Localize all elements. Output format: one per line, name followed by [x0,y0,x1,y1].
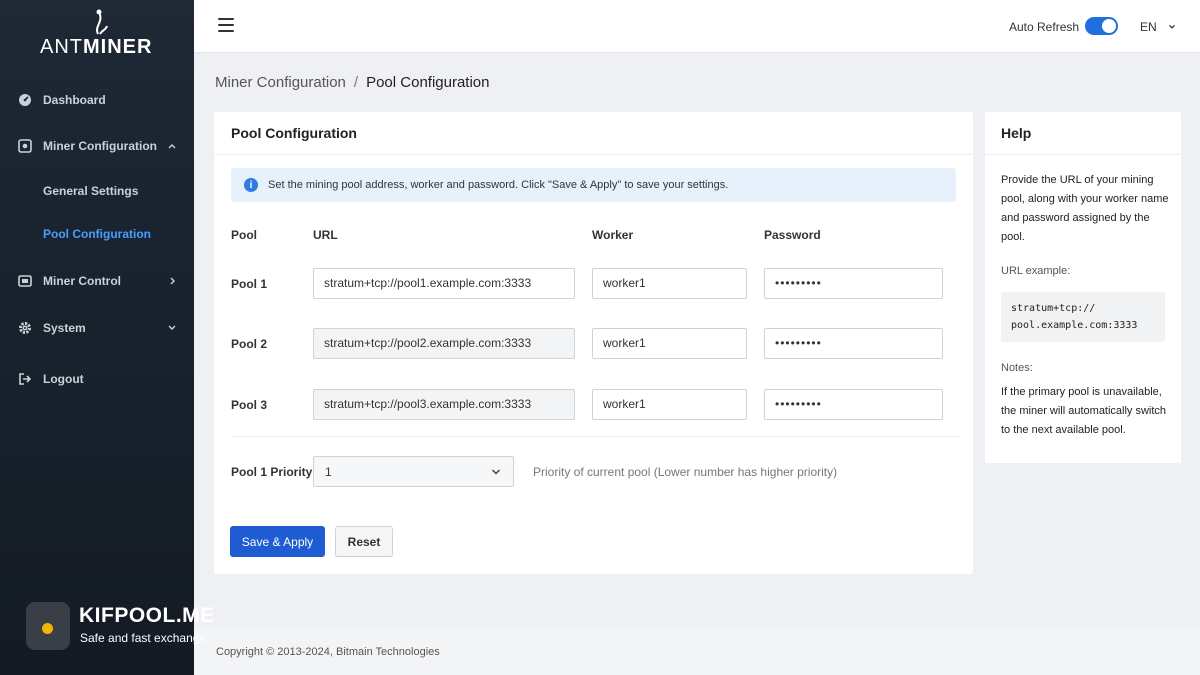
sidebar-item-miner-configuration[interactable]: Miner Configuration [0,128,194,164]
sidebar-item-label: Miner Configuration [43,139,157,153]
sidebar-item-system[interactable]: System [0,310,194,346]
pool-1-url-input[interactable]: stratum+tcp://pool1.example.com:3333 [313,268,575,299]
priority-select[interactable]: 1 [313,456,514,487]
section-divider [231,436,960,437]
footer-copyright: Copyright © 2013-2024, Bitmain Technolog… [216,646,440,658]
pool-2-url-input[interactable]: stratum+tcp://pool2.example.com:3333 [313,328,575,359]
priority-label: Pool 1 Priority [231,465,313,479]
watermark-logo-icon [26,602,70,650]
logo-text-bold: MINER [83,36,153,58]
chevron-up-icon [168,144,176,149]
config-icon [17,138,33,154]
pool-configuration-card: Pool Configuration i Set the mining pool… [214,112,973,574]
help-url-example-label: URL example: [1001,265,1071,277]
help-card: Help Provide the URL of your mining pool… [985,112,1181,463]
priority-hint: Priority of current pool (Lower number h… [533,465,838,479]
pool-2-worker-input[interactable]: worker1 [592,328,747,359]
pool-2-password-input[interactable]: ••••••••• [764,328,943,359]
pool-3-url-input[interactable]: stratum+tcp://pool3.example.com:3333 [313,389,575,420]
logo-text-regular: ANT [40,36,83,58]
card-title: Pool Configuration [231,125,357,141]
breadcrumb-separator: / [353,74,359,91]
breadcrumb-current: Pool Configuration [366,74,490,91]
chevron-right-icon [170,277,175,285]
auto-refresh-toggle[interactable] [1085,17,1118,35]
column-header-url: URL [313,228,338,242]
watermark-title: KIFPOOL.ME [79,604,215,627]
info-icon: i [244,178,258,192]
sidebar-item-general-settings[interactable]: General Settings [0,173,194,209]
logo-antenna-icon [96,9,108,35]
help-intro: Provide the URL of your mining pool, alo… [1001,174,1169,243]
help-title: Help [1001,125,1032,141]
language-selector[interactable]: EN [1140,20,1177,34]
code-line: stratum+tcp:// [1011,303,1096,314]
column-header-password: Password [764,228,821,242]
dashboard-icon [17,92,33,108]
sidebar-item-label: General Settings [43,184,139,198]
logout-icon [17,371,33,387]
pool-1-worker-input[interactable]: worker1 [592,268,747,299]
info-text: Set the mining pool address, worker and … [268,179,729,191]
sidebar: ANTMINER Dashboard Miner Configuration G… [0,0,194,675]
help-url-example-code: stratum+tcp:// pool.example.com:3333 [1001,292,1165,342]
pool-2-label: Pool 2 [231,337,268,351]
pool-3-password-input[interactable]: ••••••••• [764,389,943,420]
pool-3-label: Pool 3 [231,398,268,412]
help-notes-label: Notes: [1001,362,1033,374]
help-notes: If the primary pool is unavailable, the … [1001,386,1167,436]
info-banner: i Set the mining pool address, worker an… [231,168,956,202]
sidebar-item-logout[interactable]: Logout [0,361,194,397]
sidebar-item-label: Dashboard [43,93,106,107]
chevron-down-icon [168,325,176,330]
pool-3-worker-input[interactable]: worker1 [592,389,747,420]
reset-button[interactable]: Reset [335,526,393,557]
auto-refresh-label: Auto Refresh [1009,20,1080,34]
breadcrumb: Miner Configuration / Pool Configuration [215,74,490,91]
sidebar-item-label: Miner Control [43,274,121,288]
column-header-pool: Pool [231,228,257,242]
gear-icon [17,320,33,336]
sidebar-item-dashboard[interactable]: Dashboard [0,82,194,118]
top-bar: Auto Refresh EN [194,0,1200,53]
sidebar-item-label: Logout [43,372,84,386]
column-header-worker: Worker [592,228,634,242]
menu-toggle-icon[interactable] [218,18,234,32]
control-icon [17,273,33,289]
sidebar-item-miner-control[interactable]: Miner Control [0,263,194,299]
antminer-logo: ANTMINER [40,8,160,58]
chevron-down-icon [491,469,501,475]
pool-1-label: Pool 1 [231,277,268,291]
card-divider [214,154,973,155]
language-value: EN [1140,20,1157,34]
code-line: pool.example.com:3333 [1011,320,1138,331]
sidebar-item-label: Pool Configuration [43,227,151,241]
help-divider [985,154,1181,155]
priority-value: 1 [325,465,332,479]
sidebar-item-pool-configuration[interactable]: Pool Configuration [0,216,194,252]
sidebar-item-label: System [43,321,86,335]
save-apply-button[interactable]: Save & Apply [230,526,325,557]
pool-1-password-input[interactable]: ••••••••• [764,268,943,299]
watermark-subtitle: Safe and fast exchange [80,631,207,645]
chevron-down-icon [1168,24,1175,29]
breadcrumb-parent[interactable]: Miner Configuration [215,74,346,91]
